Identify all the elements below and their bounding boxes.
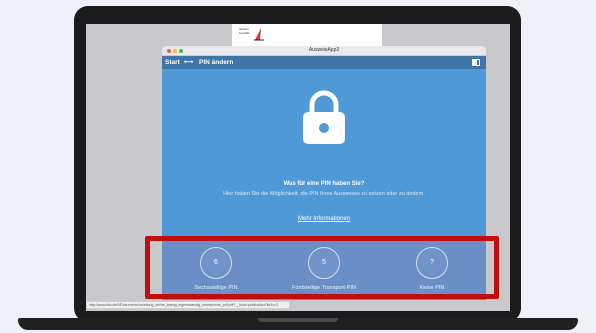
document-logo-text: nebelin bucchlin — [239, 27, 251, 35]
background-document: nebelin bucchlin — [232, 24, 382, 47]
more-information-link[interactable]: Mehr Informationen — [162, 216, 486, 222]
window-titlebar: AusweisApp2 — [162, 46, 486, 56]
lock-icon — [303, 90, 345, 144]
pin-question-heading: Was für eine PIN haben Sie? — [283, 181, 365, 187]
highlight-box — [145, 236, 499, 299]
laptop-notch — [258, 318, 338, 322]
help-panel-icon[interactable] — [472, 59, 480, 66]
document-logo-icon — [254, 28, 264, 41]
pin-description: Hier haben Sie die Möglichkeit, die PIN … — [223, 191, 425, 197]
window-title: AusweisApp2 — [308, 47, 340, 53]
nav-current-page: PIN ändern — [199, 59, 234, 66]
nav-arrow-icon: ⟷ — [184, 59, 194, 66]
pin-info-panel: Was für eine PIN haben Sie? Hier haben S… — [162, 69, 486, 236]
nav-start-link[interactable]: Start — [165, 59, 180, 66]
navigation-bar: Start ⟷ PIN ändern — [162, 56, 486, 69]
browser-status-url: http://www.elio.de/0/Dokumente/anleitung… — [86, 301, 290, 309]
